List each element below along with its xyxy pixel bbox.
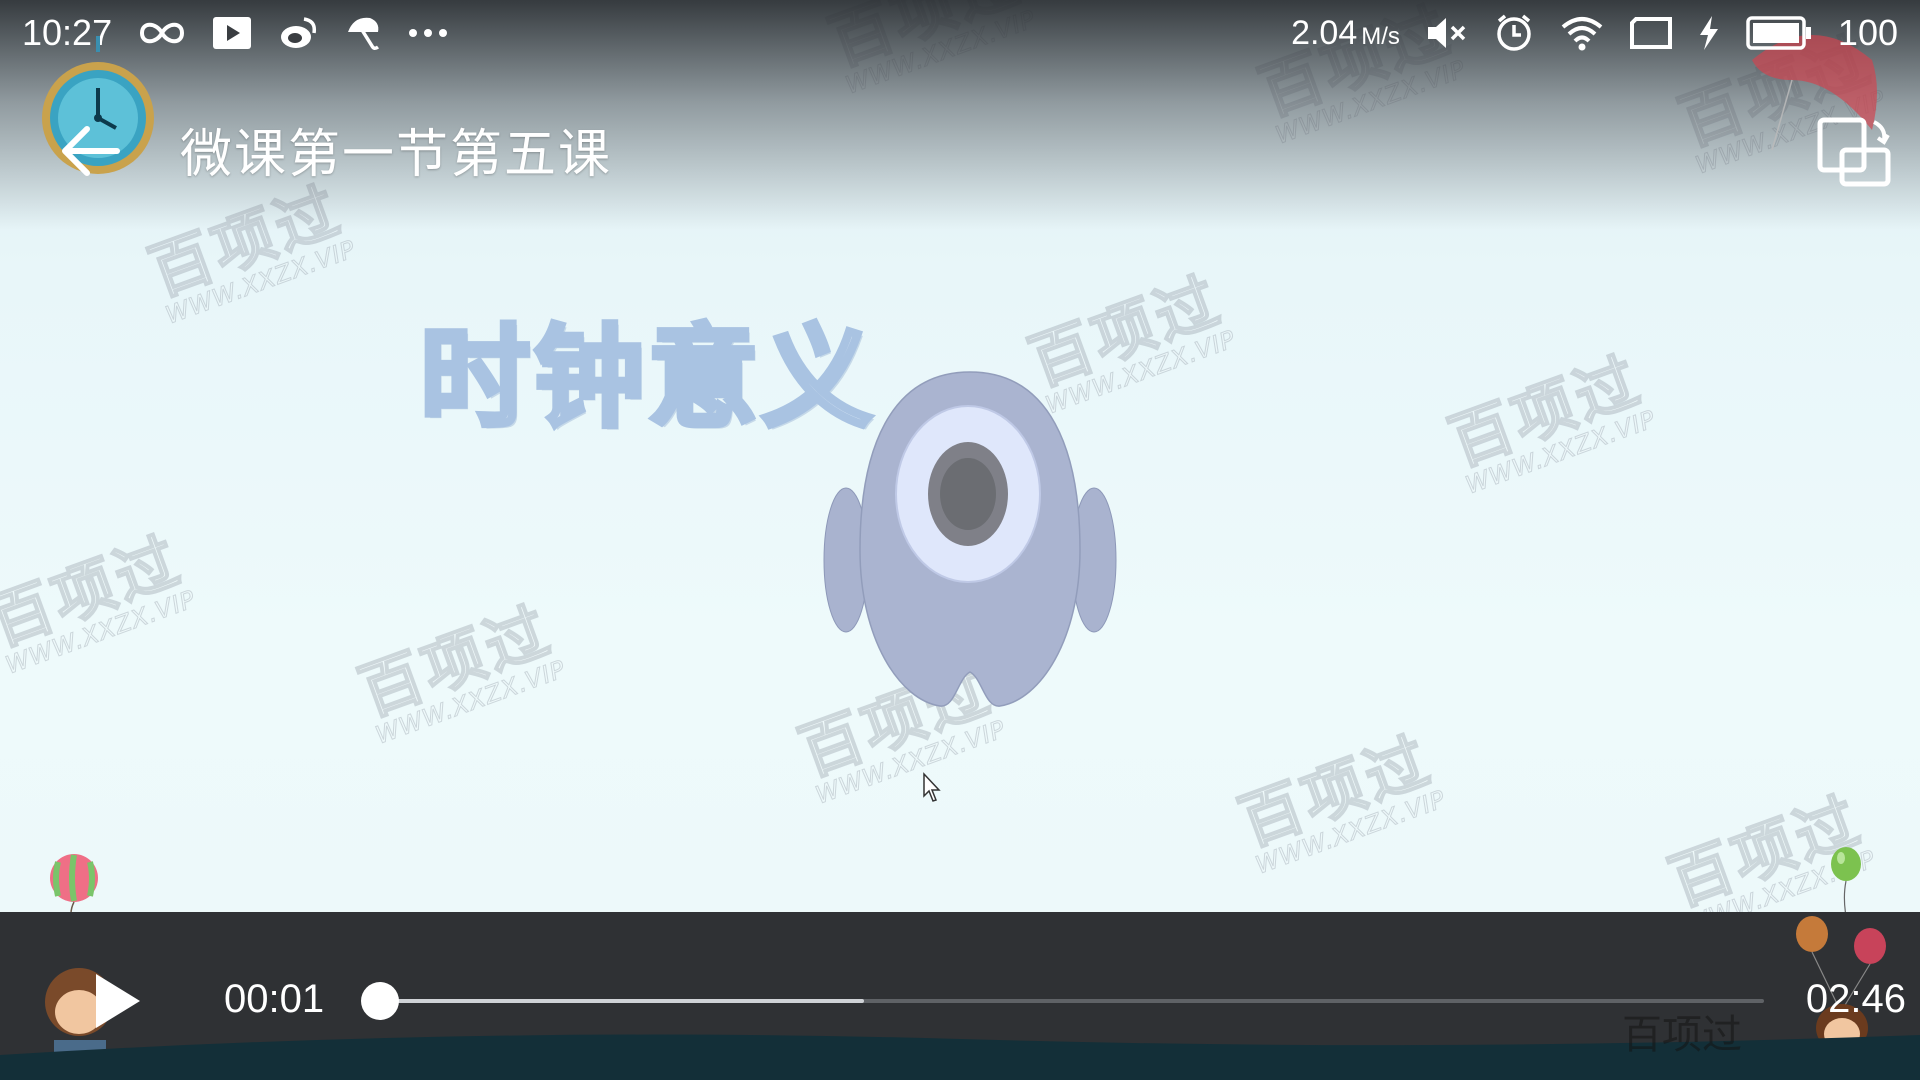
seek-thumb[interactable] xyxy=(361,982,399,1020)
wifi-icon xyxy=(1560,15,1604,51)
video-player-screen: 百项过 WWW.XXZX.VIP 百项过 WWW.XXZX.VIP 百项过 WWW.X… xyxy=(0,0,1920,1080)
total-time: 02:46 xyxy=(1805,977,1906,1021)
watermark: 百项过WWW.XXZX.VIP xyxy=(0,522,200,680)
seek-buffer xyxy=(380,999,865,1003)
battery-icon xyxy=(1746,15,1812,51)
play-icon xyxy=(96,974,140,1028)
more-icon xyxy=(408,28,448,38)
rotate-screen-icon xyxy=(1817,117,1891,187)
mouse-cursor-icon xyxy=(923,772,941,802)
page-title: 微课第一节第五课 xyxy=(180,125,613,185)
sim-icon xyxy=(1629,16,1672,50)
lesson-heading: 时钟意义 xyxy=(418,312,876,445)
back-arrow-icon xyxy=(62,126,120,176)
watermark: 百项过WWW.XXZX.VIP xyxy=(349,592,570,750)
status-bar: 10:27 2.04 M/s 100 xyxy=(0,0,1920,66)
mute-icon xyxy=(1426,15,1468,51)
battery-level: 100 xyxy=(1837,12,1898,53)
weibo-icon xyxy=(278,15,318,51)
play-button[interactable] xyxy=(80,966,150,1036)
watermark: 百项过WWW.XXZX.VIP xyxy=(1229,722,1450,880)
robot-character xyxy=(823,371,1117,707)
alarm-icon xyxy=(1494,13,1534,53)
umbrella-icon xyxy=(344,14,382,52)
charging-icon xyxy=(1698,15,1720,51)
network-speed: 2.04 M/s xyxy=(1291,13,1400,52)
bottom-watermark: 百项过 xyxy=(1622,1012,1742,1058)
youtube-icon xyxy=(212,16,252,50)
current-time: 00:01 xyxy=(224,977,325,1021)
back-button[interactable] xyxy=(56,116,126,186)
seek-bar[interactable] xyxy=(361,982,1764,1020)
rotate-screen-button[interactable] xyxy=(1814,112,1894,192)
watermark: 百项过WWW.XXZX.VIP xyxy=(1439,342,1660,500)
